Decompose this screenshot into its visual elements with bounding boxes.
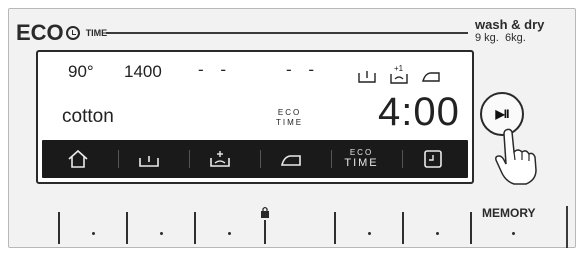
program-name: cotton bbox=[62, 106, 114, 127]
memory-dot bbox=[512, 232, 515, 235]
rinse-icon bbox=[209, 151, 230, 167]
lcd-display: 90° 1400 - - - - +1 cotton ECO TIME 4:00 bbox=[36, 50, 474, 184]
spin-speed-value: 1400 bbox=[124, 62, 162, 81]
memory-button[interactable]: MEMORY bbox=[482, 206, 536, 220]
wash-button[interactable] bbox=[122, 144, 190, 174]
option-dashes-2: - - bbox=[286, 60, 321, 79]
iron-button[interactable] bbox=[264, 144, 332, 174]
lock-icon bbox=[261, 206, 269, 218]
eco-indicator-line2: TIME bbox=[276, 117, 304, 127]
delay-start-button[interactable] bbox=[406, 144, 460, 174]
selector-tick bbox=[334, 212, 336, 244]
capacity-values: 9 kg. 6kg. bbox=[475, 33, 565, 44]
panel-edge-line bbox=[566, 206, 568, 248]
eco-label: ECO bbox=[16, 20, 64, 45]
hand-pointer-icon bbox=[495, 128, 537, 185]
eco-time-line1: ECO bbox=[349, 147, 374, 157]
wash-icon bbox=[138, 156, 159, 167]
capacity-title: wash & dry bbox=[475, 17, 545, 32]
selector-tick bbox=[264, 220, 266, 244]
wash-status-icon bbox=[356, 64, 378, 86]
status-icons: +1 bbox=[356, 64, 442, 86]
selector-dot bbox=[228, 232, 231, 235]
selector-tick bbox=[126, 212, 128, 244]
play-pause-icon: ▶II bbox=[495, 107, 510, 121]
eco-time-logo: ECO TIME bbox=[16, 20, 107, 46]
divider-line bbox=[106, 32, 468, 34]
iron-status-icon bbox=[420, 64, 442, 86]
wash-capacity: 9 kg. bbox=[475, 32, 499, 44]
capacity-label: wash & dry 9 kg. 6kg. bbox=[475, 18, 565, 44]
home-button[interactable] bbox=[51, 144, 119, 174]
dry-capacity: 6kg. bbox=[504, 32, 526, 44]
selector-dot bbox=[368, 232, 371, 235]
remaining-time: 4:00 bbox=[378, 90, 460, 134]
selector-tick bbox=[470, 212, 472, 244]
selector-dot bbox=[436, 232, 439, 235]
extra-rinse-icon: +1 bbox=[388, 64, 410, 86]
rinse-button[interactable] bbox=[193, 144, 261, 174]
eco-time-indicator: ECO TIME bbox=[276, 108, 303, 127]
option-dashes: - - bbox=[198, 60, 233, 79]
function-toolbar: ECO TIME bbox=[42, 140, 468, 178]
clock-icon bbox=[65, 26, 80, 40]
temperature-value: 90° bbox=[68, 62, 94, 81]
selector-dot bbox=[160, 232, 163, 235]
eco-time-line2: TIME bbox=[344, 157, 379, 170]
time-label: TIME bbox=[85, 28, 108, 38]
delay-start-icon bbox=[423, 150, 442, 168]
selector-tick bbox=[194, 212, 196, 244]
eco-time-button[interactable]: ECO TIME bbox=[335, 144, 403, 174]
selector-tick bbox=[402, 212, 404, 244]
plus-one-label: +1 bbox=[394, 64, 404, 73]
home-icon bbox=[67, 149, 88, 168]
eco-indicator-line1: ECO bbox=[277, 108, 302, 117]
selector-tick bbox=[58, 212, 60, 244]
iron-icon bbox=[280, 155, 301, 166]
selector-dot bbox=[92, 232, 95, 235]
